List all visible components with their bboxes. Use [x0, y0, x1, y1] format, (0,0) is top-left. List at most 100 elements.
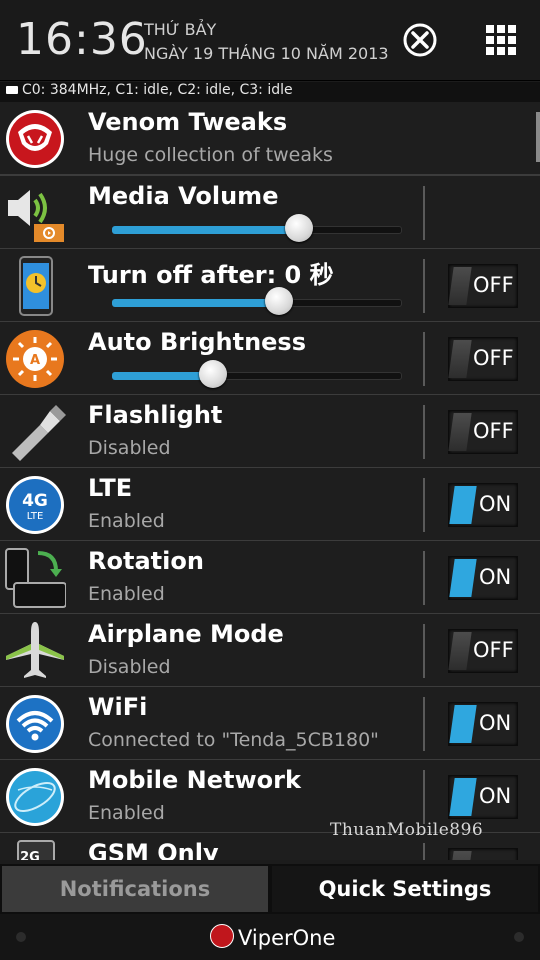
- slider-fill: [112, 299, 280, 307]
- date-label: NGÀY 19 THÁNG 10 NĂM 2013: [144, 44, 389, 63]
- row-subtitle: Disabled: [88, 437, 171, 459]
- row-title: Venom Tweaks: [88, 108, 288, 136]
- toggle-label: ON: [479, 565, 512, 589]
- row-title: Auto Brightness: [88, 328, 307, 356]
- airplane-mode-toggle[interactable]: OFF: [448, 629, 518, 673]
- day-label: THỨ BẢY: [144, 20, 217, 39]
- wifi-icon: [6, 695, 64, 753]
- svg-text:2G: 2G: [20, 850, 40, 860]
- globe-icon: [6, 768, 64, 826]
- slider-knob[interactable]: [265, 287, 294, 315]
- grid-menu-icon[interactable]: [483, 22, 519, 58]
- quick-settings-list[interactable]: Venom Tweaks Huge collection of tweaks M…: [0, 102, 540, 860]
- auto-brightness-toggle[interactable]: OFF: [448, 337, 518, 381]
- svg-text:LTE: LTE: [27, 511, 44, 522]
- viper-logo-icon: [210, 924, 234, 948]
- row-turn-off-after: Turn off after: 0 秒 OFF: [0, 249, 540, 323]
- lte-icon: 4G LTE: [6, 476, 64, 534]
- row-title: WiFi: [88, 693, 148, 721]
- rotation-toggle[interactable]: ON: [448, 556, 518, 600]
- row-auto-brightness: A Auto Brightness OFF: [0, 322, 540, 396]
- row-subtitle: Enabled: [88, 802, 165, 824]
- divider: [423, 259, 425, 313]
- svg-text:4G: 4G: [22, 491, 48, 511]
- row-subtitle: Disabled: [88, 656, 171, 678]
- row-title: Airplane Mode: [88, 620, 284, 648]
- svg-text:A: A: [30, 353, 40, 368]
- row-title: Flashlight: [88, 401, 223, 429]
- footer-dot-right: [514, 932, 524, 942]
- watermark: ThuanMobile896: [330, 820, 484, 840]
- cpu-status-bar: C0: 384MHz, C1: idle, C2: idle, C3: idle: [0, 82, 540, 102]
- speaker-icon: [8, 190, 64, 242]
- brightness-icon: A: [6, 330, 64, 388]
- row-flashlight[interactable]: Flashlight Disabled OFF: [0, 395, 540, 469]
- toggle-label: ON: [479, 784, 512, 808]
- row-title: LTE: [88, 474, 133, 502]
- turn-off-slider[interactable]: [112, 287, 402, 315]
- toggle-label: OFF: [473, 273, 514, 297]
- divider: [423, 405, 425, 459]
- tab-quick-settings[interactable]: Quick Settings: [272, 866, 538, 912]
- divider: [423, 624, 425, 678]
- footer-dot-left: [16, 932, 26, 942]
- sim-2g-icon: 2G: [17, 840, 55, 860]
- row-airplane-mode[interactable]: Airplane Mode Disabled OFF: [0, 614, 540, 688]
- battery-icon: [6, 86, 18, 94]
- footer: ViperOne: [0, 914, 540, 960]
- row-title: Media Volume: [88, 182, 279, 210]
- row-subtitle: Connected to "Tenda_5CB180": [88, 729, 379, 751]
- venom-logo-icon: [6, 110, 64, 168]
- divider: [423, 186, 425, 240]
- row-lte[interactable]: 4G LTE LTE Enabled ON: [0, 468, 540, 542]
- flashlight-toggle[interactable]: OFF: [448, 410, 518, 454]
- row-venom-tweaks[interactable]: Venom Tweaks Huge collection of tweaks: [0, 102, 540, 176]
- mobile-network-toggle[interactable]: ON: [448, 775, 518, 819]
- toggle-label: ON: [479, 711, 512, 735]
- media-volume-slider[interactable]: [112, 214, 402, 242]
- turn-off-toggle[interactable]: OFF: [448, 264, 518, 308]
- wifi-toggle[interactable]: ON: [448, 702, 518, 746]
- slider-fill: [112, 226, 300, 234]
- footer-brand: ViperOne: [210, 924, 335, 950]
- phone-timer-icon: [19, 256, 53, 316]
- flashlight-icon: [12, 405, 66, 461]
- divider: [423, 843, 425, 860]
- row-title: Rotation: [88, 547, 204, 575]
- row-title: GSM Only: [88, 839, 219, 860]
- rotation-icon: [5, 548, 66, 608]
- row-subtitle: Enabled: [88, 583, 165, 605]
- row-title: Mobile Network: [88, 766, 301, 794]
- divider: [423, 770, 425, 824]
- toggle-label: ON: [479, 492, 512, 516]
- airplane-icon: [6, 622, 64, 678]
- row-subtitle: Huge collection of tweaks: [88, 144, 333, 166]
- row-subtitle: Enabled: [88, 510, 165, 532]
- status-header: 16:36 THỨ BẢY NGÀY 19 THÁNG 10 NĂM 2013: [0, 0, 540, 81]
- brightness-slider[interactable]: [112, 360, 402, 388]
- toggle-label: OFF: [473, 346, 514, 370]
- divider: [423, 478, 425, 532]
- slider-fill: [112, 372, 213, 380]
- slider-knob[interactable]: [285, 214, 314, 242]
- slider-knob[interactable]: [198, 360, 227, 388]
- list-scrollbar[interactable]: [536, 112, 540, 162]
- toggle-label: OFF: [473, 419, 514, 443]
- brand-label: ViperOne: [238, 926, 336, 950]
- row-media-volume: Media Volume: [0, 176, 540, 250]
- divider: [423, 551, 425, 605]
- row-rotation[interactable]: Rotation Enabled ON: [0, 541, 540, 615]
- toggle-label: OFF: [473, 638, 514, 662]
- row-wifi[interactable]: WiFi Connected to "Tenda_5CB180" ON: [0, 687, 540, 761]
- cpu-status-text: C0: 384MHz, C1: idle, C2: idle, C3: idle: [22, 82, 293, 98]
- gsm-only-toggle[interactable]: [448, 848, 518, 860]
- tab-bar: Notifications Quick Settings: [0, 864, 540, 914]
- tab-notifications[interactable]: Notifications: [2, 866, 268, 912]
- date-block: THỨ BẢY NGÀY 19 THÁNG 10 NĂM 2013: [144, 18, 389, 66]
- close-icon[interactable]: [402, 22, 438, 58]
- clock: 16:36: [16, 14, 148, 65]
- divider: [423, 697, 425, 751]
- lte-toggle[interactable]: ON: [448, 483, 518, 527]
- divider: [423, 332, 425, 386]
- row-title: Turn off after: 0 秒: [88, 261, 334, 289]
